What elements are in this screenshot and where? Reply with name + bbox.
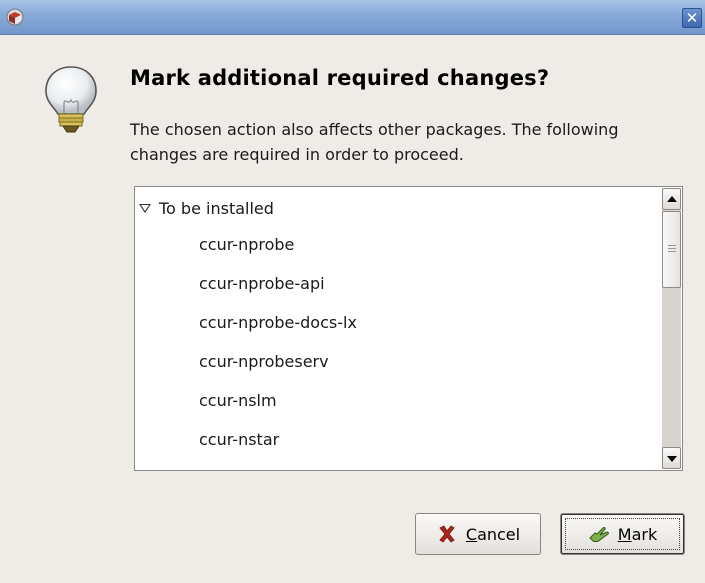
list-item[interactable]: ccur-nprobe-api [199, 266, 325, 302]
mark-button[interactable]: Mark [560, 513, 685, 555]
window-titlebar[interactable]: ✕ [0, 0, 705, 35]
dialog-description: The chosen action also affects other pac… [130, 120, 619, 164]
arrow-down-icon [667, 456, 677, 462]
list-item[interactable]: ccur-nstar [199, 422, 279, 458]
vertical-scrollbar[interactable] [662, 188, 681, 469]
expander-triangle-icon[interactable] [139, 204, 151, 213]
tree-group-row[interactable]: To be installed [135, 191, 274, 227]
arrow-up-icon [667, 196, 677, 202]
scroll-up-button[interactable] [662, 188, 681, 210]
list-item[interactable]: ccur-nprobe-docs-lx [199, 305, 357, 341]
cancel-button[interactable]: Cancel [415, 513, 541, 555]
dialog-heading: Mark additional required changes? [130, 66, 550, 90]
mark-hand-icon [589, 527, 609, 543]
cancel-label: Cancel [465, 524, 521, 544]
close-icon: ✕ [685, 9, 699, 27]
group-label: To be installed [159, 199, 274, 218]
changes-tree[interactable]: To be installed ccur-nprobe ccur-nprobe-… [135, 187, 661, 470]
close-window-button[interactable]: ✕ [682, 8, 702, 28]
changes-list-frame: To be installed ccur-nprobe ccur-nprobe-… [134, 186, 683, 471]
list-item[interactable]: ccur-nprobe [199, 227, 294, 263]
list-item[interactable]: ccur-nslm [199, 383, 277, 419]
cancel-x-icon [439, 525, 455, 543]
grip-icon [668, 245, 676, 253]
mark-label: Mark [617, 524, 658, 544]
lightbulb-icon [45, 66, 97, 133]
list-item[interactable]: ccur-nprobeserv [199, 344, 329, 380]
package-manager-icon [6, 8, 24, 26]
list-item[interactable]: ccur-nstoolsx [199, 461, 305, 470]
scroll-down-button[interactable] [662, 447, 681, 469]
scrollbar-thumb[interactable] [662, 211, 681, 288]
